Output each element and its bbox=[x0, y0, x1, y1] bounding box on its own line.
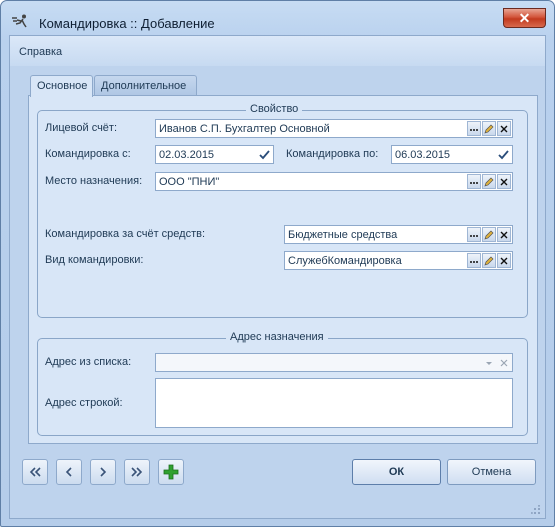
account-value: Иванов С.П. Бухгалтер Основной bbox=[159, 123, 330, 135]
pencil-icon[interactable] bbox=[482, 227, 496, 242]
dialog-window: Командировка :: Добавление ✕ Справка Осн… bbox=[0, 0, 555, 527]
trip-from-label: Командировка с: bbox=[45, 148, 131, 160]
person-walking-icon bbox=[12, 14, 27, 28]
ellipsis-icon[interactable] bbox=[467, 121, 481, 136]
funds-value: Бюджетные средства bbox=[288, 229, 398, 241]
ellipsis-icon[interactable] bbox=[467, 174, 481, 189]
ellipsis-icon[interactable] bbox=[467, 253, 481, 268]
destination-label: Место назначения: bbox=[45, 175, 143, 187]
bottom-toolbar: ОК Отмена bbox=[10, 451, 545, 518]
address-list-label: Адрес из списка: bbox=[45, 356, 132, 368]
pencil-icon[interactable] bbox=[482, 253, 496, 268]
trip-type-value: СлужебКомандировка bbox=[288, 255, 402, 267]
first-record-button[interactable] bbox=[22, 459, 48, 485]
pencil-icon[interactable] bbox=[482, 121, 496, 136]
previous-record-button[interactable] bbox=[56, 459, 82, 485]
chevron-left-icon bbox=[65, 467, 72, 477]
last-record-button[interactable] bbox=[124, 459, 150, 485]
property-group: Свойство Лицевой счёт: Иванов С.П. Бухга… bbox=[37, 103, 528, 318]
title-bar[interactable]: Командировка :: Добавление ✕ bbox=[1, 1, 554, 35]
address-string-textarea[interactable] bbox=[155, 378, 513, 428]
tab-additional[interactable]: Дополнительное bbox=[94, 75, 197, 96]
dropdown-arrow-icon[interactable] bbox=[482, 355, 496, 370]
funds-field[interactable]: Бюджетные средства bbox=[284, 225, 513, 244]
trip-type-field[interactable]: СлужебКомандировка bbox=[284, 251, 513, 270]
trip-to-date-field[interactable]: 06.03.2015 bbox=[391, 145, 513, 164]
trip-from-date-field[interactable]: 02.03.2015 bbox=[155, 145, 274, 164]
trip-type-label: Вид командировки: bbox=[45, 254, 144, 266]
pencil-icon[interactable] bbox=[482, 174, 496, 189]
close-icon[interactable] bbox=[497, 174, 511, 189]
menu-item-help[interactable]: Справка bbox=[19, 46, 62, 58]
close-window-button[interactable]: ✕ bbox=[503, 8, 546, 28]
funds-label: Командировка за счёт средств: bbox=[45, 228, 206, 240]
plus-icon bbox=[163, 464, 179, 480]
checkmark-icon[interactable] bbox=[496, 148, 510, 161]
close-icon[interactable] bbox=[497, 253, 511, 268]
checkmark-icon[interactable] bbox=[257, 148, 271, 161]
client-area: Справка Основное Дополнительное Свойство… bbox=[9, 35, 546, 519]
address-group: Адрес назначения Адрес из списка: Адрес … bbox=[37, 331, 528, 436]
account-label: Лицевой счёт: bbox=[45, 122, 118, 134]
trip-to-label: Командировка по: bbox=[286, 148, 379, 160]
menu-bar: Справка bbox=[10, 36, 545, 66]
add-record-button[interactable] bbox=[158, 459, 184, 485]
trip-to-value: 06.03.2015 bbox=[395, 149, 451, 161]
trip-from-value: 02.03.2015 bbox=[159, 149, 215, 161]
address-list-combobox[interactable] bbox=[155, 353, 513, 372]
close-icon[interactable] bbox=[497, 227, 511, 242]
ok-button[interactable]: ОК bbox=[352, 459, 441, 485]
address-string-label: Адрес строкой: bbox=[45, 397, 123, 409]
destination-field[interactable]: ООО "ПНИ" bbox=[155, 172, 513, 191]
double-chevron-right-icon bbox=[131, 467, 143, 477]
next-record-button[interactable] bbox=[90, 459, 116, 485]
cancel-button[interactable]: Отмена bbox=[447, 459, 536, 485]
close-icon[interactable] bbox=[497, 121, 511, 136]
double-chevron-left-icon bbox=[29, 467, 41, 477]
window-title: Командировка :: Добавление bbox=[39, 16, 215, 31]
tab-panel-main: Свойство Лицевой счёт: Иванов С.П. Бухга… bbox=[28, 95, 538, 444]
tab-main[interactable]: Основное bbox=[30, 75, 93, 97]
address-group-title: Адрес назначения bbox=[226, 331, 328, 343]
chevron-right-icon bbox=[100, 467, 107, 477]
property-group-title: Свойство bbox=[246, 103, 303, 115]
ellipsis-icon[interactable] bbox=[467, 227, 481, 242]
resize-grip-icon[interactable] bbox=[531, 505, 541, 515]
account-field[interactable]: Иванов С.П. Бухгалтер Основной bbox=[155, 119, 513, 138]
close-icon[interactable] bbox=[497, 355, 511, 370]
destination-value: ООО "ПНИ" bbox=[159, 176, 220, 188]
